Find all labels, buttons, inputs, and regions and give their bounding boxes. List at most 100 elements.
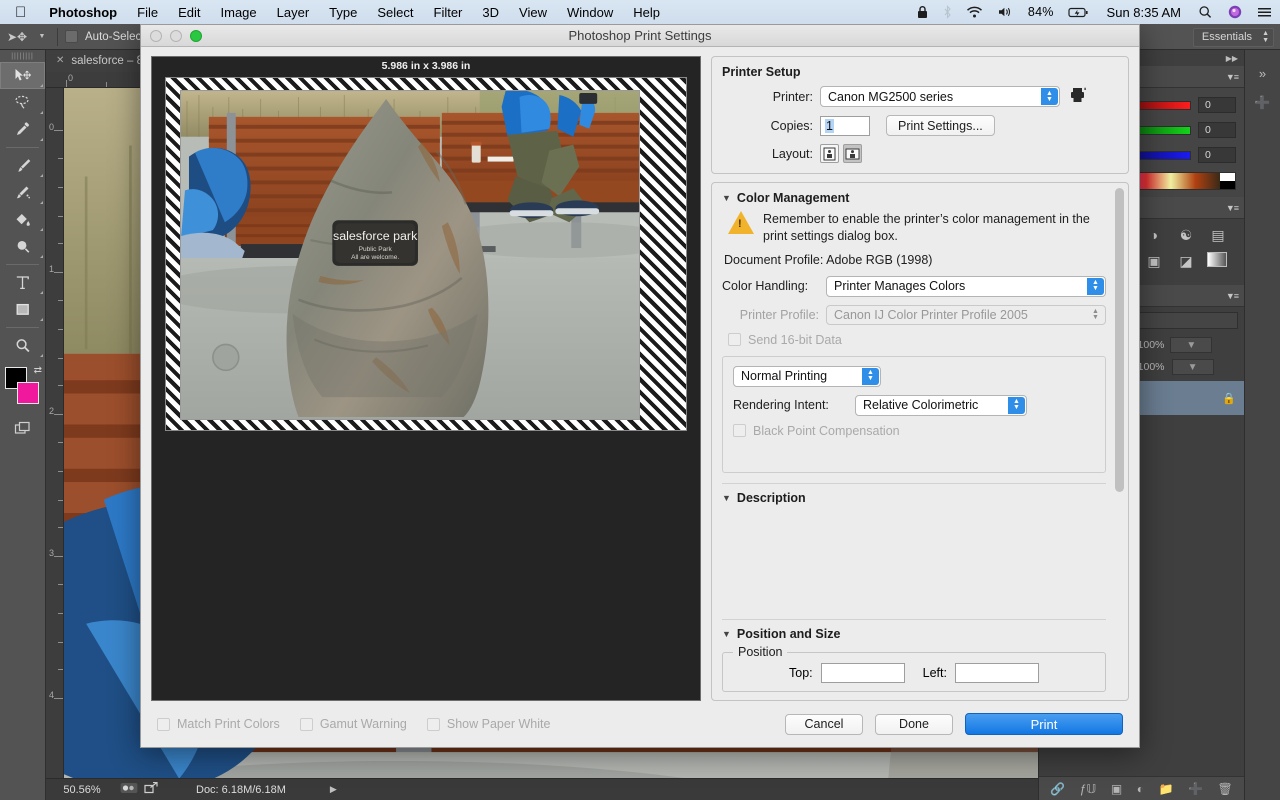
hue-saturation-icon[interactable]: ▤ [1207, 226, 1229, 244]
channel-value-g[interactable]: 0 [1198, 122, 1236, 138]
settings-scrollbar[interactable] [1115, 188, 1124, 695]
opacity-value[interactable]: 100% [1138, 339, 1165, 351]
print-mode-dropdown[interactable]: Normal Printing ▲ ▼ [733, 365, 881, 387]
close-icon[interactable]: ✕ [56, 55, 64, 66]
left-input[interactable] [954, 662, 1039, 683]
menu-item-filter[interactable]: Filter [424, 5, 473, 20]
done-button[interactable]: Done [875, 713, 953, 735]
menu-item-select[interactable]: Select [367, 5, 423, 20]
clock-label[interactable]: Sun 8:35 AM [1097, 5, 1191, 20]
workspace-switcher[interactable]: Essentials ▲ ▼ [1192, 27, 1274, 47]
tool-zoom[interactable] [0, 332, 45, 359]
disclosure-triangle-icon[interactable]: ▼ [722, 193, 731, 203]
menu-item-window[interactable]: Window [557, 5, 623, 20]
tool-clone-stamp[interactable] [0, 179, 45, 206]
new-group-icon[interactable]: 📁 [1159, 782, 1174, 796]
disclosure-triangle-icon-3[interactable]: ▼ [722, 629, 731, 639]
tool-blur[interactable] [0, 233, 45, 260]
menu-item-help[interactable]: Help [623, 5, 670, 20]
menu-item-type[interactable]: Type [319, 5, 367, 20]
tool-eyedropper[interactable] [0, 116, 45, 143]
copies-label: Copies: [770, 118, 813, 133]
document-tab[interactable]: ✕ salesforce – 8 [46, 49, 154, 72]
wifi-icon[interactable] [959, 5, 990, 19]
printer-icon[interactable] [1070, 87, 1088, 106]
add-panel-icon[interactable]: ➕ [1245, 88, 1280, 118]
background-color-swatch[interactable] [17, 382, 39, 404]
tool-type[interactable] [0, 269, 45, 296]
scrollbar-thumb[interactable] [1115, 188, 1124, 493]
menu-item-view[interactable]: View [509, 5, 557, 20]
volume-icon[interactable] [990, 5, 1021, 19]
zoom-level-field[interactable]: 50.56% [46, 784, 118, 796]
menu-item-photoshop[interactable]: Photoshop [39, 5, 127, 20]
invert-icon[interactable]: ◪ [1175, 252, 1197, 270]
fill-stepper[interactable]: ▼ [1171, 359, 1214, 375]
menu-item-edit[interactable]: Edit [168, 5, 210, 20]
color-handling-dropdown[interactable]: Printer Manages Colors ▲ ▼ [826, 275, 1106, 297]
tool-rectangle[interactable] [0, 296, 45, 323]
new-layer-icon[interactable]: ➕ [1188, 782, 1203, 796]
position-and-size-header[interactable]: ▼ Position and Size [722, 627, 1106, 641]
menu-item-image[interactable]: Image [211, 5, 267, 20]
share-icon[interactable] [140, 781, 162, 797]
channel-value-r[interactable]: 0 [1198, 97, 1236, 113]
panel-grip[interactable]: |||||||| [0, 50, 45, 62]
panel-menu-icon-2[interactable]: ▼≡ [1226, 203, 1239, 213]
camera-raw-icon[interactable] [118, 782, 140, 797]
dialog-titlebar[interactable]: Photoshop Print Settings [141, 25, 1139, 47]
adjustment-layer-icon[interactable]: ◐ [1137, 782, 1144, 796]
channel-mixer-icon[interactable]: ▣ [1143, 252, 1165, 270]
auto-select-checkbox[interactable] [65, 30, 78, 43]
menu-item-3d[interactable]: 3D [472, 5, 509, 20]
search-icon[interactable] [1191, 5, 1220, 19]
panel-menu-icon[interactable]: ▼≡ [1226, 72, 1239, 82]
vibrance-icon[interactable]: ☯ [1175, 226, 1197, 244]
copies-input[interactable]: 1 [820, 115, 870, 136]
lock-icon[interactable] [909, 5, 936, 19]
print-settings-button[interactable]: Print Settings... [886, 115, 995, 136]
delete-layer-icon[interactable]: 🗑 [1217, 782, 1232, 796]
rendering-intent-dropdown[interactable]: Relative Colorimetric ▲ ▼ [855, 394, 1027, 416]
panel-menu-icon-3[interactable]: ▼≡ [1226, 291, 1239, 301]
opacity-stepper[interactable]: ▼ [1170, 337, 1213, 353]
bluetooth-icon[interactable] [936, 5, 959, 19]
layer-style-icon[interactable]: ƒ𝕌 [1080, 782, 1097, 796]
print-button[interactable]: Print [965, 713, 1123, 735]
tool-brush[interactable] [0, 152, 45, 179]
fill-value[interactable]: 100% [1138, 361, 1165, 373]
description-header[interactable]: ▼ Description [722, 491, 1106, 505]
gradient-map-icon[interactable] [1207, 252, 1227, 267]
swap-colors-icon[interactable]: ⇄ [34, 365, 42, 376]
link-layers-icon[interactable]: 🔗 [1050, 782, 1065, 796]
top-input[interactable] [820, 662, 905, 683]
siri-icon[interactable] [1220, 5, 1250, 19]
tool-lasso[interactable] [0, 89, 45, 116]
apple-logo-icon[interactable]:  [0, 5, 39, 20]
menu-item-file[interactable]: File [127, 5, 168, 20]
status-menu-chevron-icon[interactable]: ▶ [330, 784, 337, 795]
tool-preset-chevron-icon[interactable]: ▼ [34, 33, 50, 40]
expand-dock-icon[interactable]: » [1245, 58, 1280, 88]
settings-scroll-pane[interactable]: ▼ Color Management Remember to enable th… [711, 182, 1129, 701]
printer-dropdown[interactable]: Canon MG2500 series ▲ ▼ [820, 86, 1060, 107]
portrait-orientation-icon[interactable] [820, 144, 839, 163]
lock-icon[interactable]: 🔒 [1222, 392, 1236, 405]
vertical-ruler[interactable]: 0 1 2 3 4 [46, 88, 64, 778]
tool-move[interactable] [0, 62, 45, 89]
screen-mode-icon[interactable] [0, 413, 45, 443]
auto-select-label: Auto-Select: [85, 30, 148, 43]
print-preview[interactable]: 5.986 in x 3.986 in salesforce park Publ… [151, 56, 701, 701]
landscape-orientation-icon[interactable] [843, 144, 862, 163]
move-tool-icon[interactable]: ➤✥ [0, 30, 34, 44]
cancel-button[interactable]: Cancel [785, 713, 863, 735]
menu-item-layer[interactable]: Layer [267, 5, 320, 20]
layer-mask-icon[interactable]: ▣ [1111, 782, 1122, 796]
color-management-header[interactable]: ▼ Color Management [722, 191, 1106, 205]
channel-value-b[interactable]: 0 [1198, 147, 1236, 163]
exposure-icon[interactable]: ◑ [1143, 226, 1165, 244]
battery-icon[interactable] [1061, 5, 1097, 19]
disclosure-triangle-icon-2[interactable]: ▼ [722, 493, 731, 503]
notification-center-icon[interactable] [1250, 5, 1280, 19]
tool-paint-bucket[interactable] [0, 206, 45, 233]
